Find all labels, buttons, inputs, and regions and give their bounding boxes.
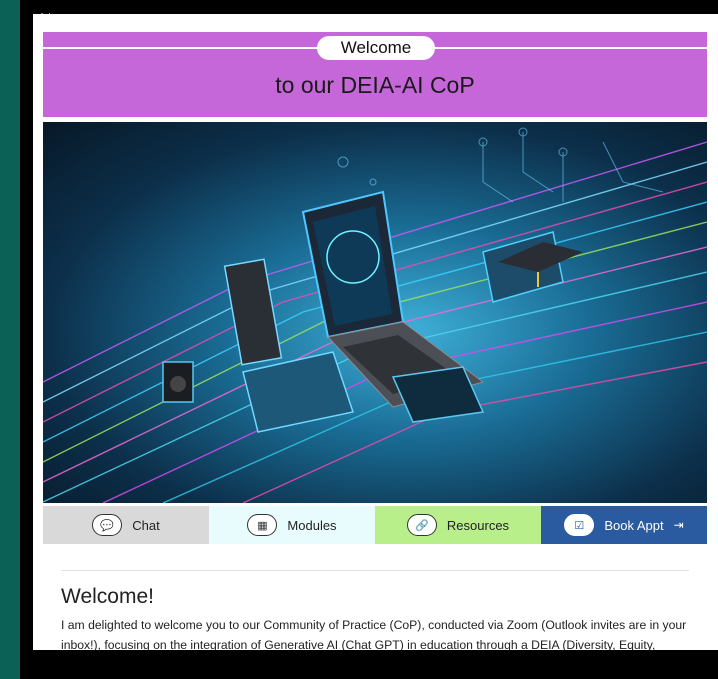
chat-button[interactable]: 💬 Chat <box>43 506 209 544</box>
book-appt-label: Book Appt <box>604 517 664 533</box>
external-link-icon: ⇥ <box>673 518 684 532</box>
chat-bubble-icon: 💬 <box>92 514 123 536</box>
resources-label: Resources <box>446 517 510 533</box>
page-content: Welcome to our DEIA-AI CoP 💬 Chat ▦ Modu… <box>33 14 718 650</box>
welcome-pill: Welcome <box>317 36 435 60</box>
welcome-paragraph: I am delighted to welcome you to our Com… <box>61 618 687 650</box>
calendar-check-icon: ☑ <box>564 514 595 536</box>
section-divider <box>61 570 689 571</box>
modules-button[interactable]: ▦ Modules <box>209 506 375 544</box>
resources-button[interactable]: 🔗 Resources <box>375 506 541 544</box>
hero-image <box>43 122 707 503</box>
welcome-heading: Welcome! <box>61 585 154 608</box>
modules-label: Modules <box>287 517 337 533</box>
banner-title: to our DEIA-AI CoP <box>275 72 475 98</box>
link-icon: 🔗 <box>406 514 437 536</box>
chat-label: Chat <box>132 517 160 533</box>
modules-icon: ▦ <box>247 514 278 536</box>
welcome-banner: Welcome to our DEIA-AI CoP <box>43 32 707 117</box>
welcome-section: Welcome! I am delighted to welcome you t… <box>61 570 689 650</box>
book-appt-button[interactable]: ☑ Book Appt ⇥ <box>541 506 707 544</box>
nav-buttons: 💬 Chat ▦ Modules 🔗 Resources ☑ Book Appt… <box>43 506 707 544</box>
